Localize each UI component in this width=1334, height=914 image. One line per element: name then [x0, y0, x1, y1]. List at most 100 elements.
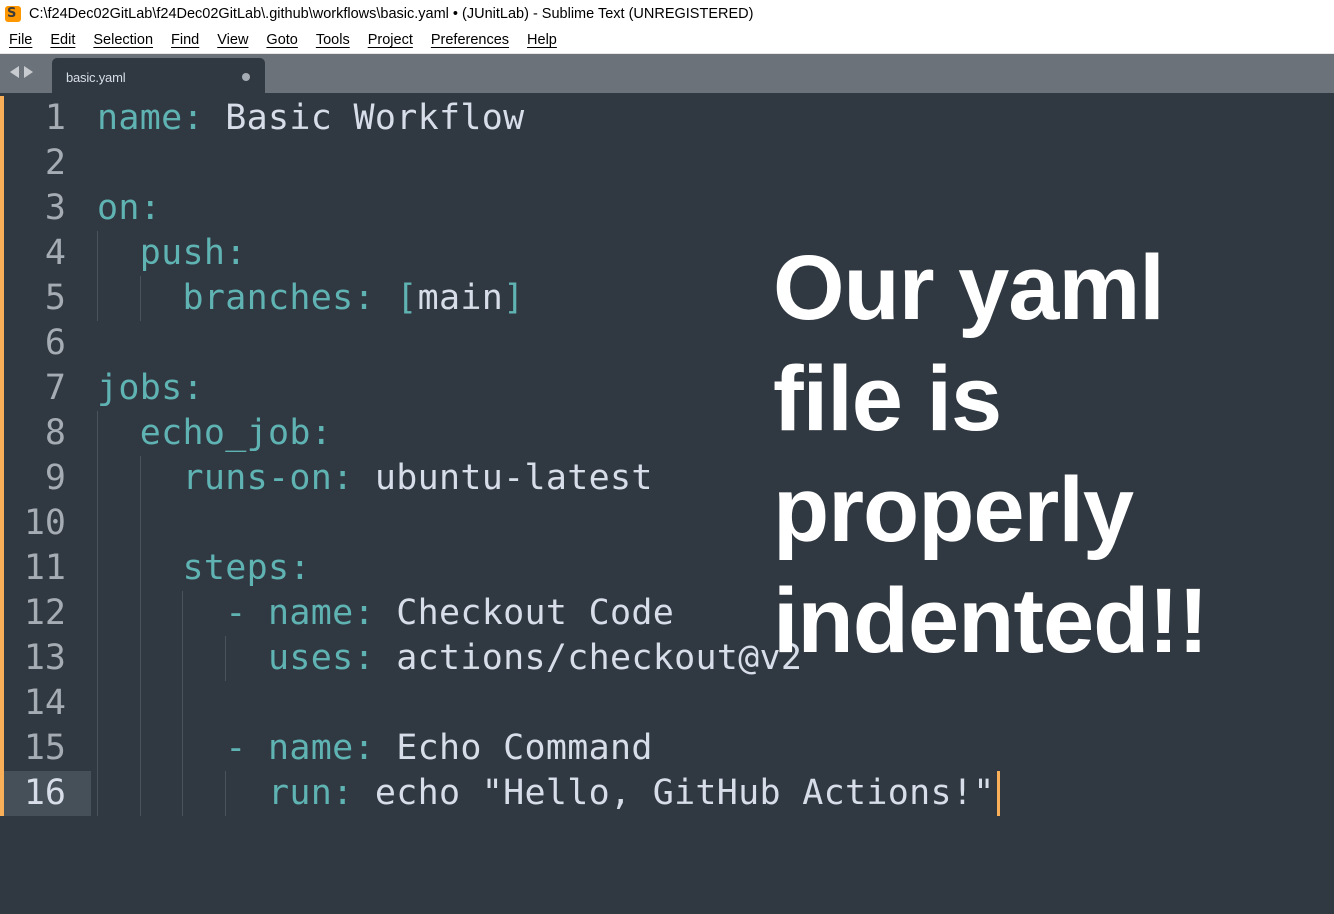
- code-token: actions/checkout@v2: [396, 638, 803, 678]
- code-token: Echo Command: [396, 728, 653, 768]
- overlay-line: file is: [773, 348, 1002, 450]
- menu-view[interactable]: View: [217, 28, 248, 53]
- indent-guide: [225, 636, 227, 681]
- code-text: - name: Checkout Code: [97, 591, 674, 636]
- line-number: 10: [23, 503, 66, 543]
- tab-basic-yaml[interactable]: basic.yaml: [52, 58, 265, 93]
- line-number: 14: [23, 683, 66, 723]
- line-number: 13: [23, 638, 66, 678]
- code-token: runs-on: [182, 458, 333, 498]
- code-text: run: echo "Hello, GitHub Actions!": [97, 771, 995, 816]
- text-cursor: [996, 771, 1000, 816]
- unsaved-dot-icon[interactable]: [242, 73, 250, 81]
- window-title: C:\f24Dec02GitLab\f24Dec02GitLab\.github…: [29, 6, 754, 22]
- tab-bar: basic.yaml: [0, 54, 1334, 93]
- code-token: ]: [503, 278, 525, 318]
- menu-project[interactable]: Project: [368, 28, 413, 53]
- menu-find[interactable]: Find: [171, 28, 199, 53]
- menu-file[interactable]: File: [9, 28, 32, 53]
- line-number: 1: [44, 98, 66, 138]
- line-number: 2: [44, 143, 66, 183]
- code-token: jobs: [97, 368, 183, 408]
- code-token: :: [353, 278, 397, 318]
- code-token: name: [267, 728, 354, 768]
- code-token: echo "Hello, GitHub Actions!": [374, 773, 995, 813]
- menu-bar: File Edit Selection Find View Goto Tools…: [0, 28, 1334, 54]
- code-token: push: [139, 233, 226, 273]
- code-text: branches: [main]: [97, 276, 525, 321]
- tab-label: basic.yaml: [66, 70, 126, 85]
- code-line[interactable]: 3 on:: [0, 186, 1000, 231]
- code-line[interactable]: 14: [0, 681, 1000, 726]
- line-number: 5: [44, 278, 66, 318]
- editor-area[interactable]: 1 name: Basic Workflow 2 3 on: 4 push: 5 branc…: [0, 93, 1334, 914]
- code-line[interactable]: 1 name: Basic Workflow: [0, 96, 1000, 141]
- line-number: 12: [23, 593, 66, 633]
- line-number: 16: [23, 773, 66, 813]
- code-token: :: [332, 458, 375, 498]
- code-token: :: [139, 188, 162, 228]
- code-token: Checkout Code: [396, 593, 675, 633]
- code-text: steps:: [97, 546, 311, 591]
- code-text: on:: [97, 186, 161, 231]
- code-token: :: [310, 413, 333, 453]
- code-token: name: [267, 593, 354, 633]
- window-titlebar: S C:\f24Dec02GitLab\f24Dec02GitLab\.gith…: [0, 0, 1334, 28]
- code-text: push:: [97, 231, 247, 276]
- tab-navigation: [10, 66, 33, 78]
- menu-tools[interactable]: Tools: [316, 28, 350, 53]
- indent-guide: [97, 411, 98, 816]
- code-token: :: [353, 638, 397, 678]
- code-text: jobs:: [97, 366, 204, 411]
- overlay-line: Our yaml: [773, 237, 1165, 339]
- code-token: on: [97, 188, 140, 228]
- menu-help[interactable]: Help: [527, 28, 557, 53]
- code-token: Basic Workflow: [225, 98, 525, 138]
- line-number: 8: [44, 413, 66, 453]
- indent-guide: [225, 771, 227, 816]
- code-token: -: [225, 728, 268, 768]
- code-token: echo_job: [139, 413, 311, 453]
- code-token: :: [353, 593, 397, 633]
- code-token: :: [353, 728, 397, 768]
- code-token: name: [97, 98, 183, 138]
- code-token: main: [417, 278, 504, 318]
- indent-guide: [139, 456, 141, 816]
- menu-selection[interactable]: Selection: [93, 28, 153, 53]
- code-token: ubuntu-latest: [374, 458, 653, 498]
- code-text: echo_job:: [97, 411, 332, 456]
- line-number: 9: [44, 458, 66, 498]
- code-text: name: Basic Workflow: [97, 96, 524, 141]
- indent-guide: [139, 276, 141, 321]
- code-token: -: [225, 593, 268, 633]
- indent-guide: [97, 231, 98, 321]
- menu-preferences[interactable]: Preferences: [431, 28, 509, 53]
- code-token: :: [182, 368, 204, 408]
- code-text: uses: actions/checkout@v2: [97, 636, 802, 681]
- code-token: :: [289, 548, 311, 588]
- menu-goto[interactable]: Goto: [266, 28, 297, 53]
- tab-prev-arrow-icon[interactable]: [10, 66, 19, 78]
- overlay-line: properly: [773, 459, 1134, 561]
- line-number: 3: [44, 188, 66, 228]
- line-number: 11: [23, 548, 66, 588]
- code-line[interactable]: 15 - name: Echo Command: [0, 726, 1000, 771]
- code-line[interactable]: 2: [0, 141, 1000, 186]
- code-token: [: [396, 278, 418, 318]
- line-number: 4: [44, 233, 66, 273]
- code-line[interactable]: 16 run: echo "Hello, GitHub Actions!": [0, 771, 1000, 816]
- indent-guide: [182, 591, 184, 816]
- menu-edit[interactable]: Edit: [50, 28, 75, 53]
- code-text: - name: Echo Command: [97, 726, 653, 771]
- code-text: runs-on: ubuntu-latest: [97, 456, 653, 501]
- line-number: 7: [44, 368, 66, 408]
- code-token: :: [225, 233, 247, 273]
- tab-next-arrow-icon[interactable]: [24, 66, 33, 78]
- annotation-overlay: Our yaml file is properly indented!!: [773, 233, 1313, 677]
- line-number: 15: [23, 728, 66, 768]
- code-token: uses: [267, 638, 354, 678]
- line-number: 6: [44, 323, 66, 363]
